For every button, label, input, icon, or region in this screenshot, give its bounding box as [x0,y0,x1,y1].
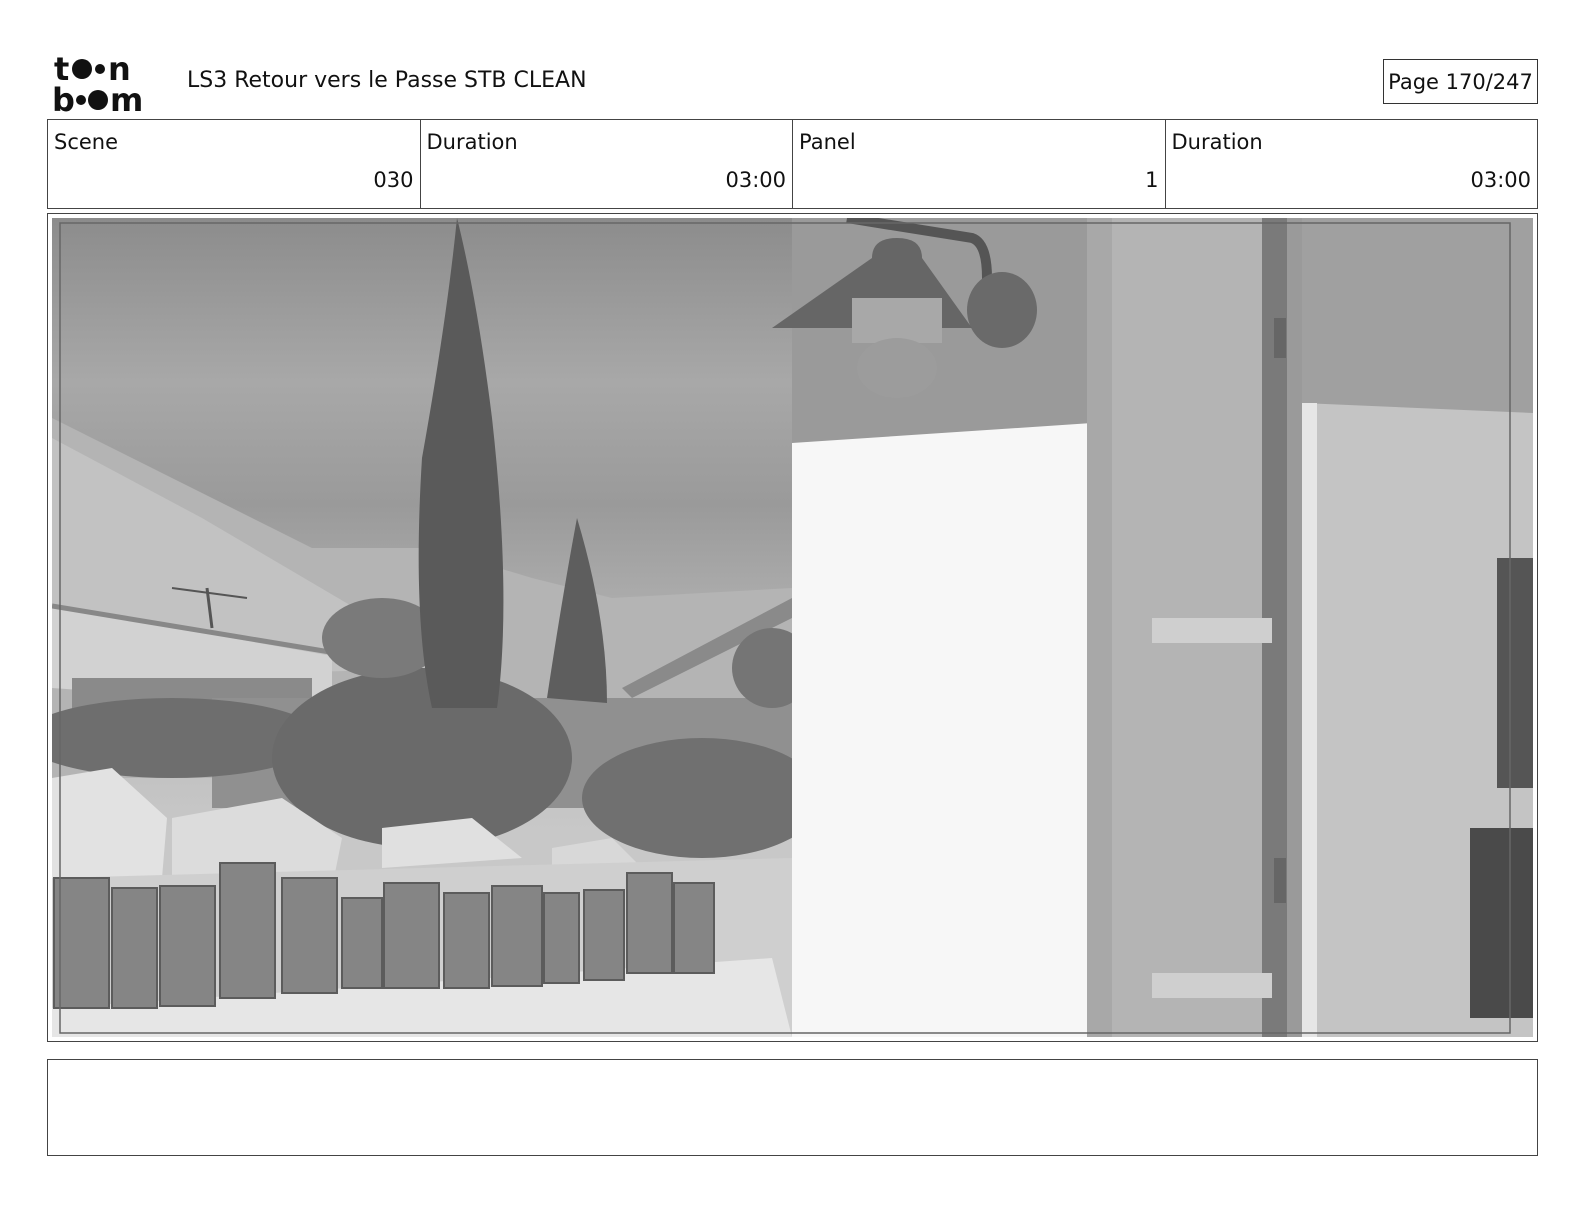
panel-drawing [52,218,1533,1037]
panel-duration-cell: Duration 03:00 [1166,120,1538,208]
page-number: Page 170/247 [1383,59,1538,104]
scene-cell: Scene 030 [48,120,421,208]
panel-label: Panel [799,130,856,154]
info-table: Scene 030 Duration 03:00 Panel 1 Duratio… [47,119,1538,209]
scene-value: 030 [373,168,414,192]
panel-duration-label: Duration [1171,130,1263,154]
scene-label: Scene [54,130,119,154]
panel-cell: Panel 1 [793,120,1166,208]
scene-duration-cell: Duration 03:00 [421,120,793,208]
scene-duration-label: Duration [426,130,518,154]
notes-box [47,1059,1538,1156]
storyboard-panel [47,213,1538,1042]
project-title: LS3 Retour vers le Passe STB CLEAN [187,68,587,93]
scene-duration-value: 03:00 [725,168,786,192]
svg-text:b: b [52,81,75,114]
toonboom-logo: t n b m [52,50,143,114]
panel-duration-value: 03:00 [1470,168,1531,192]
svg-text:m: m [110,81,143,114]
panel-value: 1 [1145,168,1159,192]
